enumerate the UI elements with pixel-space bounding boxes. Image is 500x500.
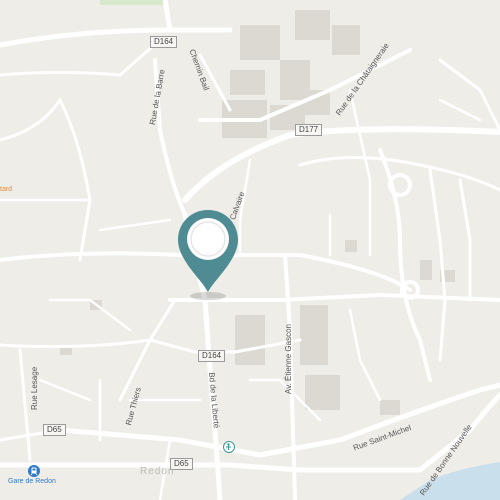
place-label: Redon — [140, 466, 175, 477]
poi-label[interactable]: tard — [0, 186, 12, 193]
map-canvas[interactable]: D164 D177 D164 D65 D65 Chemin Bail Rue d… — [0, 0, 500, 500]
route-shield-d65: D65 — [43, 424, 66, 436]
location-pin-icon[interactable] — [176, 208, 240, 300]
street-label-av-etienne-gascon: Av. Étienne Gascon — [284, 324, 293, 394]
route-shield-d164: D164 — [150, 36, 178, 48]
map-base — [0, 0, 500, 500]
street-label-rue-lesage: Rue Lesage — [30, 366, 39, 410]
train-station-label[interactable]: Gare de Redon — [8, 478, 56, 485]
train-station-icon[interactable] — [28, 465, 40, 477]
route-shield-d164: D164 — [198, 350, 226, 362]
tourism-poi-icon[interactable] — [223, 441, 235, 453]
route-shield-d177: D177 — [295, 124, 323, 136]
